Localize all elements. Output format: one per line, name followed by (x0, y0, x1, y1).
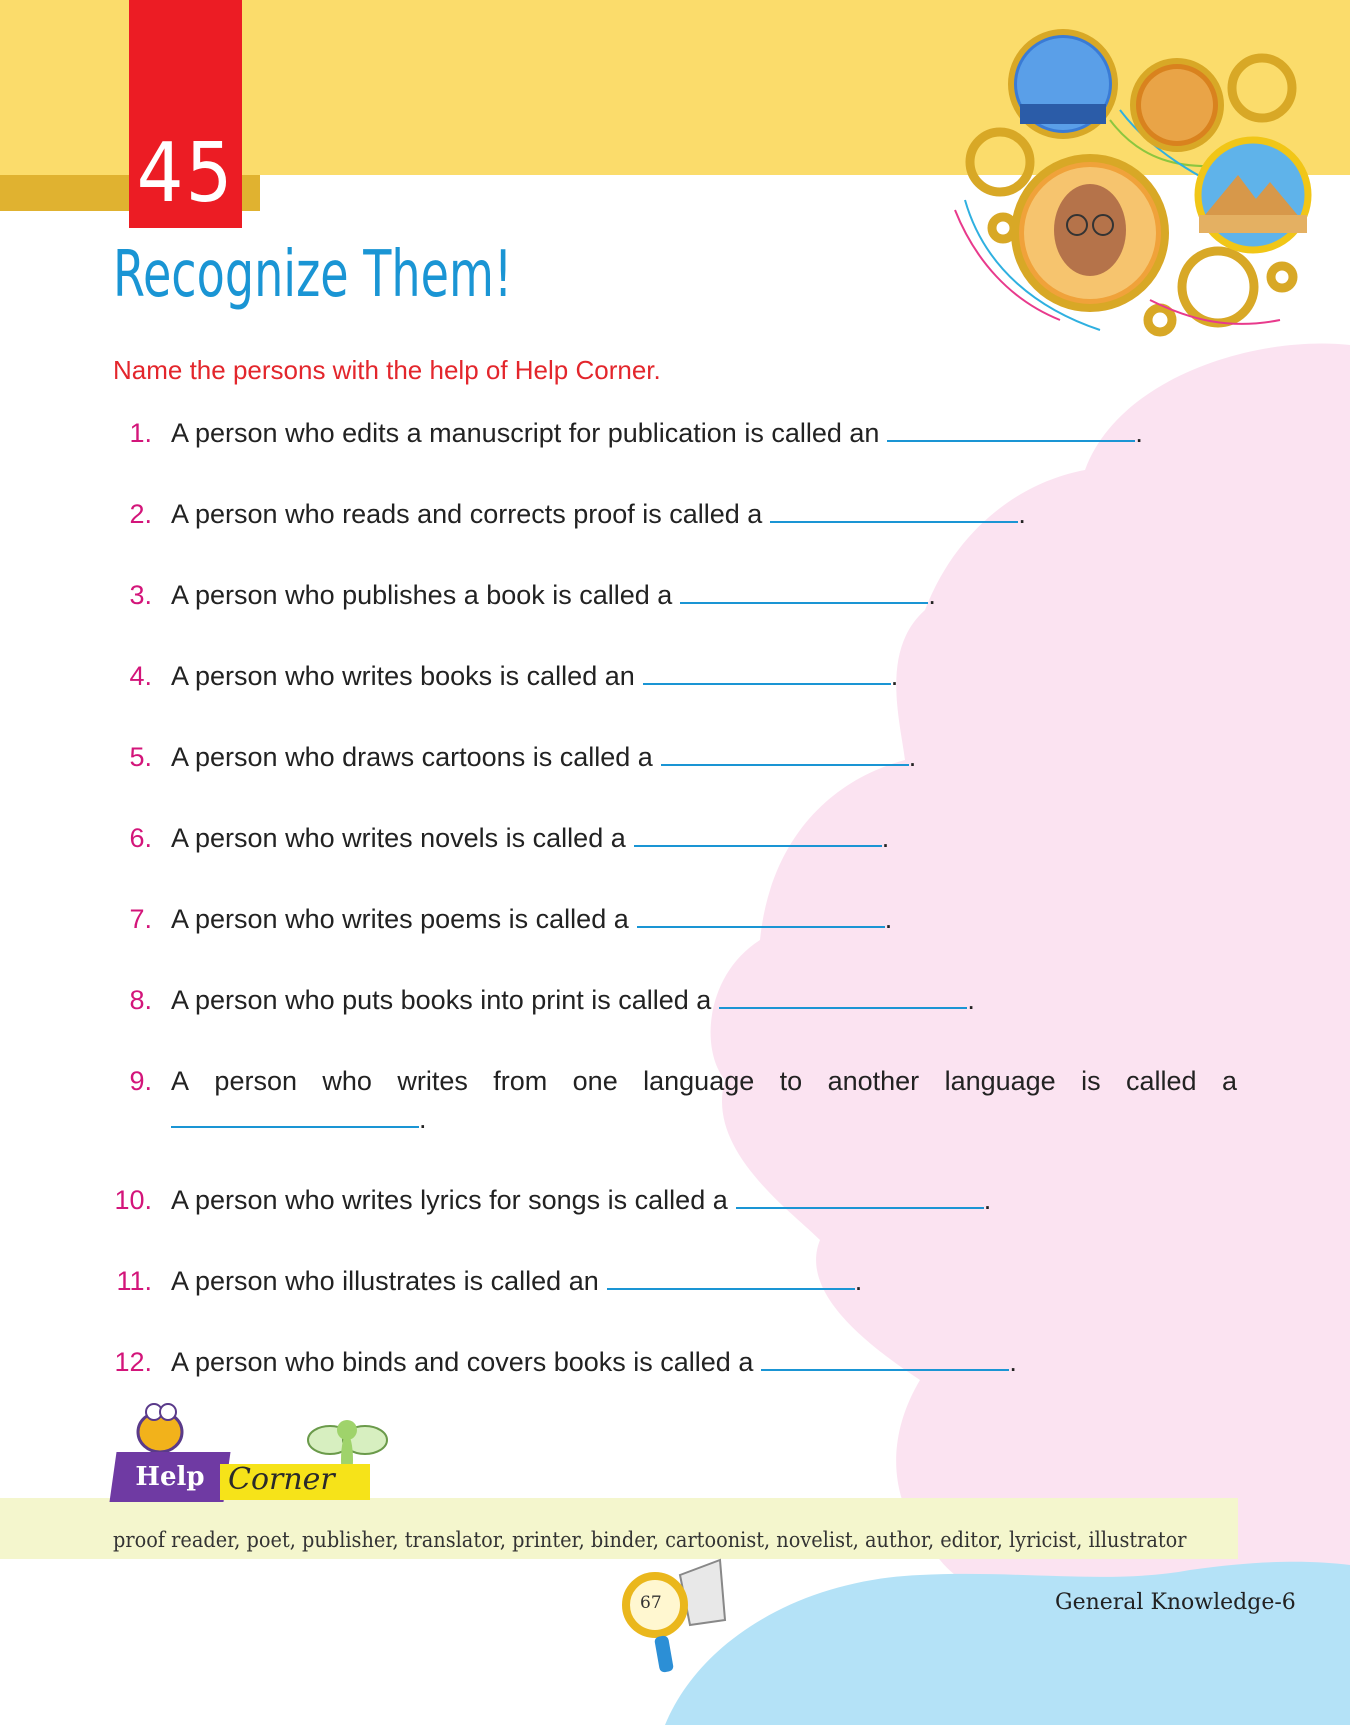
magnifier-icon (622, 1558, 727, 1673)
book-title: General Knowledge-6 (1055, 1590, 1296, 1615)
page-number: 67 (640, 1593, 662, 1613)
